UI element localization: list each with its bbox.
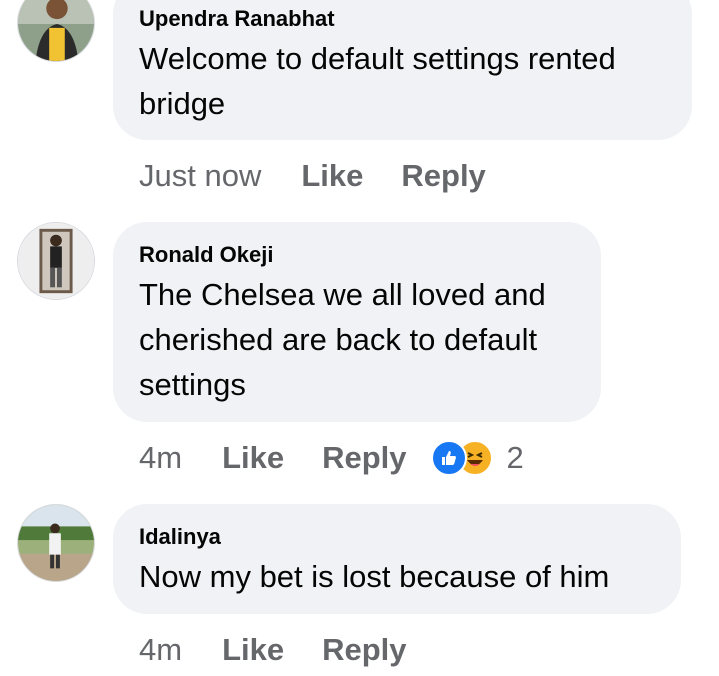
comment-actions: Just now Like Reply — [139, 156, 524, 196]
comment-bubble: Idalinya Now my bet is lost because of h… — [113, 504, 681, 614]
reaction-count: 2 — [506, 440, 524, 475]
person-photo — [18, 223, 94, 299]
like-button[interactable]: Like — [222, 632, 284, 668]
comment-author[interactable]: Upendra Ranabhat — [139, 6, 335, 32]
person-photo — [18, 0, 94, 61]
avatar[interactable] — [17, 0, 95, 62]
comment-bubble: Upendra Ranabhat Welcome to default sett… — [113, 0, 692, 140]
comment-author[interactable]: Ronald Okeji — [139, 242, 273, 268]
like-icon — [430, 440, 467, 476]
comment-text: The Chelsea we all loved and cherished a… — [139, 277, 546, 402]
comment-actions: 4m Like Reply — [139, 630, 445, 670]
reply-button[interactable]: Reply — [322, 632, 406, 668]
comment-timestamp[interactable]: Just now — [139, 158, 261, 194]
like-button[interactable]: Like — [301, 158, 363, 194]
comment-author[interactable]: Idalinya — [139, 524, 221, 550]
comment-text: Now my bet is lost because of him — [139, 559, 610, 594]
person-photo — [18, 505, 94, 581]
reply-button[interactable]: Reply — [322, 440, 406, 476]
comment-timestamp[interactable]: 4m — [139, 440, 182, 476]
avatar[interactable] — [17, 504, 95, 582]
reaction-summary[interactable]: 2 — [430, 440, 524, 476]
comment-text: Welcome to default settings rented bridg… — [139, 41, 616, 121]
comment-bubble: Ronald Okeji The Chelsea we all loved an… — [113, 222, 601, 422]
avatar[interactable] — [17, 222, 95, 300]
comment-actions: 4m Like Reply 2 — [139, 438, 524, 478]
comment-timestamp[interactable]: 4m — [139, 632, 182, 668]
reply-button[interactable]: Reply — [401, 158, 485, 194]
like-button[interactable]: Like — [222, 440, 284, 476]
